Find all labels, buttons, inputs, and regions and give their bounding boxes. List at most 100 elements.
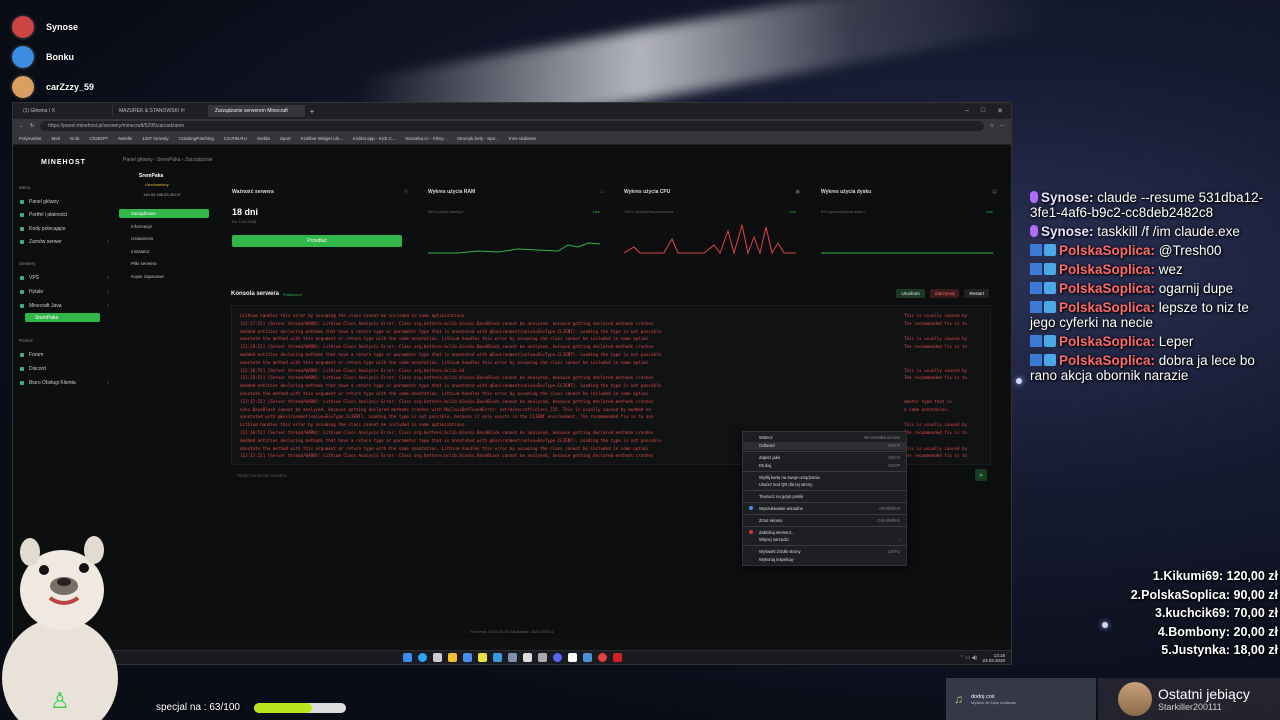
chat-username[interactable]: PolskaSoplica: [1059, 353, 1159, 368]
bookmark-link[interactable]: Netelki [118, 136, 132, 141]
discord-icon[interactable] [552, 653, 562, 662]
bookmark-link[interactable]: Polymarket [19, 136, 42, 141]
new-tab-button[interactable]: + [305, 107, 319, 116]
voice-user[interactable]: carZzzy_59 [10, 72, 190, 102]
start-button[interactable]: Uruchom [896, 289, 925, 298]
voice-user[interactable]: Bonku [10, 42, 190, 72]
sidebar-item[interactable]: Panel główny [19, 197, 109, 206]
sidebar-item[interactable]: Discord [19, 364, 109, 373]
context-menu-item[interactable]: Tłumacz na język polski [743, 493, 906, 501]
context-menu-item[interactable]: Wykonaj inspekcję [743, 556, 906, 564]
chat-username[interactable]: PolskaSoplica: [1059, 300, 1159, 315]
bookmark-link[interactable]: Sport [280, 136, 291, 141]
subnav-item[interactable]: Ustawienia [119, 234, 209, 243]
settings-icon[interactable] [432, 653, 442, 662]
console-line-tail: The recommended fix is to [900, 428, 968, 437]
tab-x[interactable]: (1) Główna / X [17, 105, 113, 117]
renew-button[interactable]: Przedłuż [232, 235, 402, 247]
bookmark-link[interactable]: Strumyk.help - Spo... [457, 136, 499, 141]
stop-button[interactable]: Zatrzymaj [929, 289, 960, 298]
system-tray[interactable]: ⌃ ▭ ◀) [960, 655, 977, 661]
app-icon[interactable] [582, 653, 592, 662]
app-icon[interactable] [492, 653, 502, 662]
sidebar-item[interactable]: VPS › [19, 273, 109, 282]
folder-icon[interactable] [447, 653, 457, 662]
reload-icon[interactable]: ↻ [30, 123, 34, 129]
subnav-item[interactable]: Kopie zapasowe [119, 272, 209, 281]
app-icon[interactable] [507, 653, 517, 662]
sidebar-item[interactable]: Biuro Obsługi Klienta › [19, 378, 109, 387]
chat-username[interactable]: PolskaSoplica: [1059, 281, 1159, 296]
subnav-item[interactable]: Zarządzanie [119, 209, 209, 218]
voice-user[interactable]: Synose [10, 12, 190, 42]
subnav-item[interactable]: Pliki serwera [119, 259, 209, 268]
bookmark-link[interactable]: 1337 torrenty [142, 136, 169, 141]
context-menu-item[interactable]: Zrzut ekranu Ctrl+Shift+S [743, 516, 906, 524]
chat-username[interactable]: PolskaSoplica: [1059, 243, 1159, 258]
menu-separator [743, 490, 906, 492]
bookmark-link[interactable]: Grok [70, 136, 80, 141]
context-menu-item[interactable]: Drukuj Ctrl+P [743, 461, 906, 469]
star-icon[interactable]: ☆ [990, 123, 994, 129]
app-icon[interactable] [612, 653, 622, 662]
bookmark-link[interactable]: Kinoteka.cc - Filmy... [405, 136, 446, 141]
bookmark-link[interactable]: Mail [52, 136, 60, 141]
app-icon[interactable] [522, 653, 532, 662]
console-title: Konsola serwera [231, 291, 280, 297]
bookmark-link[interactable]: Kicklet.app - Kick C... [353, 136, 396, 141]
bookmark-link[interactable]: CS.RIN.RU [224, 136, 247, 141]
menu-icon[interactable]: ⋯ [1000, 123, 1005, 129]
console-line-text: [12:18:51] [Server thread/WARN]: Lithium… [240, 429, 654, 435]
context-menu-item[interactable]: Wstecz Alt+Strzałka w lewo [743, 434, 906, 442]
bookmark-link[interactable]: Kicklbot Widget Lib... [301, 136, 343, 141]
context-menu-shortcut: Ctrl+S [888, 454, 900, 460]
bookmark-link[interactable]: Inne ulubione [509, 136, 536, 141]
sidebar-item[interactable]: Minecraft Java › [19, 301, 109, 310]
edge-icon[interactable] [417, 653, 427, 662]
bookmark-link[interactable]: ChatGPT [90, 136, 109, 141]
app-icon[interactable] [462, 653, 472, 662]
context-menu-item[interactable]: Wyślij kartę na swoje urządzenia [743, 473, 906, 481]
sidebar-item[interactable]: Kody polecające [19, 224, 109, 233]
sidebar-item-label: Zamów serwer [29, 239, 62, 245]
clock[interactable]: 13:18 23.03.2026 [982, 653, 1005, 663]
context-menu-item[interactable]: Odśwież Ctrl+R [743, 441, 906, 450]
sidebar-item[interactable]: Portfel i płatności [19, 211, 109, 220]
context-menu-item[interactable]: Zapisz jako Ctrl+S [743, 454, 906, 462]
subnav-item[interactable]: Instalator [119, 247, 209, 256]
chat-username[interactable]: Synose: [1041, 190, 1097, 205]
subnav-item[interactable]: Informacje [119, 222, 209, 231]
context-menu-label: Zablokuj element... [759, 529, 795, 535]
maximize-icon[interactable]: □ [981, 107, 985, 115]
app-icon[interactable] [537, 653, 547, 662]
chat-message: PolskaSoplica: lepsze to niz te jego cyf… [1030, 300, 1278, 330]
context-menu-item[interactable]: Wyświetl źródło strony Ctrl+U [743, 548, 906, 556]
console-line-tail: This is usually caused by [900, 444, 968, 453]
bookmark-link[interactable]: Giełda [257, 136, 270, 141]
sidebar-item[interactable]: Zamów serwer › [19, 238, 109, 247]
tab-minehost[interactable]: Zarządzanie serwerem Minecraft [209, 105, 305, 117]
sidebar-item[interactable]: Forum [19, 350, 109, 359]
chrome-icon[interactable] [597, 653, 607, 662]
chat-username[interactable]: PolskaSoplica: [1059, 262, 1159, 277]
sidebar-item-srempaka[interactable]: SremPaka [25, 313, 100, 322]
app-icon[interactable] [477, 653, 487, 662]
bookmark-link[interactable]: CrackingPatching [179, 136, 214, 141]
restart-button[interactable]: Restart [964, 289, 989, 298]
start-icon[interactable] [402, 653, 412, 662]
minimize-icon[interactable]: – [965, 107, 969, 115]
close-icon[interactable]: ✕ [997, 107, 1003, 115]
chat-username[interactable]: Synose: [1041, 224, 1097, 239]
sidebar-item[interactable]: Hytale › [19, 287, 109, 296]
context-menu-item[interactable]: Więcej narzędzi › [743, 536, 906, 544]
back-icon[interactable]: ← [19, 123, 24, 129]
server-ip[interactable]: 146.59.186.53:45137 [143, 192, 181, 197]
tab-youtube[interactable]: MAZUREK & STANOWSKI #! [113, 105, 209, 117]
app-icon[interactable] [567, 653, 577, 662]
chat-username[interactable]: PolskaSoplica: [1059, 334, 1159, 349]
context-menu-item[interactable]: Wyszukiwanie wizualne Alt+Shift+S [743, 505, 906, 513]
context-menu-item[interactable]: Utwórz kod QR dla tej strony [743, 481, 906, 489]
context-menu-item[interactable]: Zablokuj element... [743, 528, 906, 536]
url-input[interactable]: https://panel.minehost.pl/serwery/minecr… [40, 121, 984, 131]
send-icon[interactable]: ➤ [975, 469, 987, 481]
